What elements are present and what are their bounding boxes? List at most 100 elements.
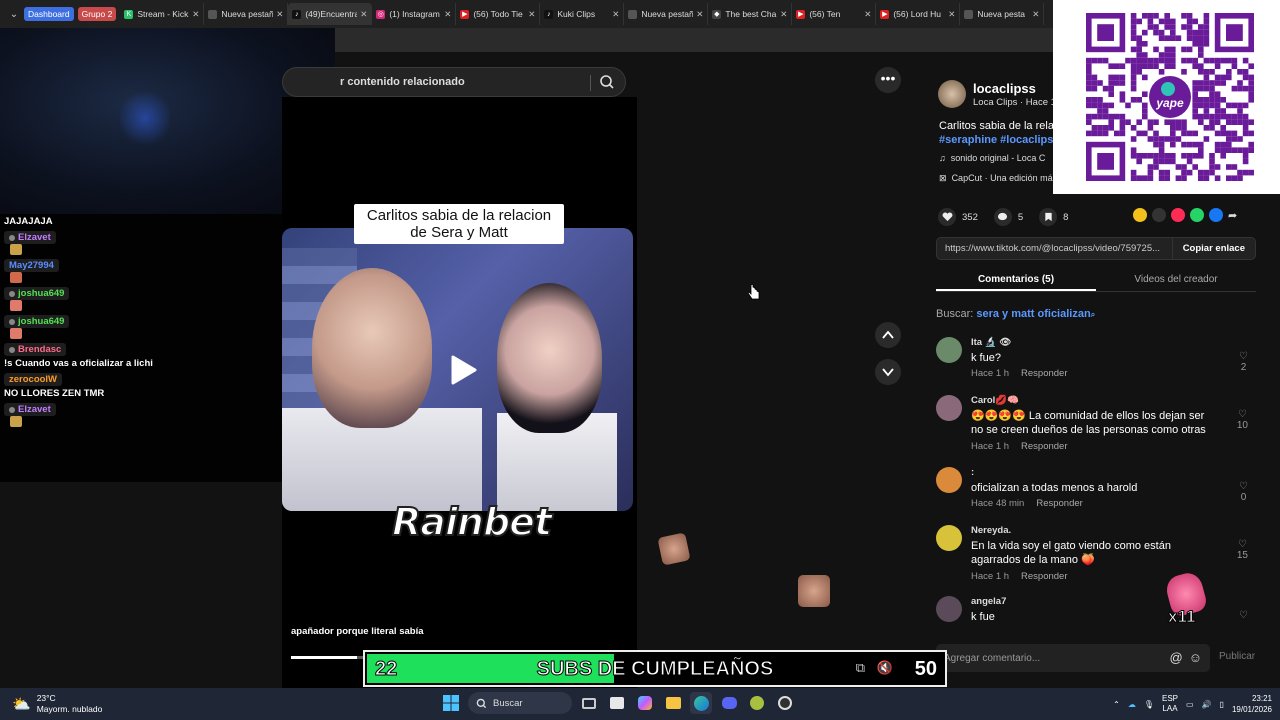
chevron-up-icon[interactable]: ⌃	[1113, 700, 1120, 709]
browser-tab-active[interactable]: ♪ (49)Encuentra ✕	[288, 3, 373, 25]
close-tab-icon[interactable]: ✕	[192, 9, 199, 20]
copilot-icon[interactable]	[634, 692, 656, 714]
play-icon[interactable]	[444, 352, 480, 388]
volume-icon[interactable]: 🔊	[1202, 700, 1212, 709]
commenter-name[interactable]: :	[971, 467, 974, 478]
close-tab-icon[interactable]: ✕	[612, 9, 619, 20]
obs-icon[interactable]	[774, 692, 796, 714]
next-video-button[interactable]	[875, 359, 901, 385]
embed-icon[interactable]	[1152, 208, 1166, 222]
commenter-avatar[interactable]	[936, 337, 962, 363]
reply-button[interactable]: Responder	[1021, 368, 1067, 379]
reply-button[interactable]: Responder	[1021, 441, 1067, 452]
close-tab-icon[interactable]: ✕	[444, 9, 451, 20]
search-input[interactable]: r contenido relacionado	[282, 67, 626, 97]
commenter-avatar[interactable]	[936, 395, 962, 421]
search-icon[interactable]	[599, 74, 615, 93]
author-avatar[interactable]	[938, 80, 966, 108]
reply-button[interactable]: Responder	[1036, 498, 1082, 509]
browser-tab[interactable]: ▶ (56) Ten ✕	[792, 3, 877, 25]
tab-group-grupo-2[interactable]: Grupo 2	[77, 7, 117, 21]
close-tab-icon[interactable]: ✕	[696, 9, 703, 20]
copy-link-button[interactable]: Copiar enlace	[1171, 238, 1255, 259]
like-button[interactable]	[938, 208, 956, 226]
commenter-name[interactable]: angela7	[971, 596, 1006, 607]
commenter-avatar[interactable]	[936, 525, 962, 551]
more-options-button[interactable]: •••	[875, 67, 901, 93]
browser-tab[interactable]: K Stream - Kick ✕	[120, 3, 205, 25]
close-tab-icon[interactable]: ✕	[948, 9, 955, 20]
author-username[interactable]: locaclipss	[973, 81, 1036, 96]
browser-tab[interactable]: ▶ (56) Lord Hu ✕	[876, 3, 961, 25]
edge-icon[interactable]	[690, 692, 712, 714]
comment-like[interactable]: ♡ 10	[1237, 409, 1248, 431]
address-bar[interactable]	[335, 28, 1053, 52]
picture-in-picture-icon[interactable]: ⧉	[856, 660, 865, 676]
close-tab-icon[interactable]: ✕	[276, 9, 283, 20]
send-share-icon[interactable]	[1171, 208, 1185, 222]
browser-tab[interactable]: Nueva pesta ✕	[960, 3, 1045, 25]
task-view-icon[interactable]	[578, 692, 600, 714]
related-search[interactable]: Buscar: sera y matt oficializan⌕	[936, 308, 1095, 320]
hashtags[interactable]: #seraphine #locaclipss	[939, 133, 1059, 147]
close-tab-icon[interactable]: ✕	[1032, 9, 1039, 20]
commenter-name[interactable]: Ita 🔬 👁	[971, 337, 1011, 348]
comment-like[interactable]: ♡ 0	[1239, 481, 1248, 503]
comment-button[interactable]	[993, 208, 1012, 226]
mention-icon[interactable]: @	[1170, 650, 1183, 665]
qr-module	[1248, 97, 1254, 103]
comment-like[interactable]: ♡ 2	[1239, 351, 1248, 373]
close-tab-icon[interactable]: ✕	[360, 9, 367, 20]
commenter-name[interactable]: Carol💋🧠	[971, 395, 1019, 406]
language-indicator[interactable]: ESP LAA	[1162, 694, 1178, 714]
windows-start-icon[interactable]	[440, 692, 462, 714]
tab-comments[interactable]: Comentarios (5)	[936, 268, 1096, 291]
taskbar-search[interactable]: Buscar	[468, 692, 572, 714]
browser-tab[interactable]: Nueva pestaña ✕	[624, 3, 709, 25]
commenter-avatar[interactable]	[936, 596, 962, 622]
tab-list-chevron-icon[interactable]: ⌄	[4, 9, 24, 20]
commenter-avatar[interactable]	[936, 467, 962, 493]
sound-link[interactable]: ♫ sonido original - Loca C	[939, 153, 1045, 163]
previous-video-button[interactable]	[875, 322, 901, 348]
close-tab-icon[interactable]: ✕	[528, 9, 535, 20]
tab-creator-videos[interactable]: Videos del creador	[1096, 268, 1256, 291]
close-tab-icon[interactable]: ✕	[864, 9, 871, 20]
weather-widget[interactable]: ⛅ 23°C Mayorm. nublado	[12, 693, 102, 715]
comment-like[interactable]: ♡ 15	[1237, 539, 1248, 561]
browser-tab[interactable]: ◎ (1) Instagram ✕	[372, 3, 457, 25]
bookmark-button[interactable]	[1039, 208, 1058, 226]
file-explorer-icon[interactable]	[662, 692, 684, 714]
browser-tab[interactable]: ♪ Kuki Clips ✕	[540, 3, 625, 25]
discord-icon[interactable]	[718, 692, 740, 714]
comment-like[interactable]: ♡	[1239, 610, 1248, 621]
video-frame[interactable]	[282, 228, 633, 511]
reply-button[interactable]: Responder	[1021, 571, 1067, 582]
qr-module	[1220, 97, 1226, 103]
cloud-sync-icon[interactable]: ☁	[1128, 700, 1136, 709]
store-icon[interactable]	[606, 692, 628, 714]
facebook-icon[interactable]	[1209, 208, 1223, 222]
whatsapp-icon[interactable]	[1190, 208, 1204, 222]
battery-icon[interactable]: ▯	[1220, 700, 1224, 709]
tab-group-dashboard[interactable]: Dashboard	[24, 7, 74, 21]
microphone-icon[interactable]: 🎙	[1144, 700, 1154, 709]
commenter-name[interactable]: Nereyda.	[971, 525, 1011, 536]
emoji-icon[interactable]: ☺	[1189, 650, 1202, 665]
publish-button[interactable]: Publicar	[1219, 651, 1255, 662]
clock[interactable]: 23:21 19/01/2026	[1232, 693, 1272, 715]
comment-input[interactable]: Agregar comentario... @ ☺	[936, 644, 1210, 672]
share-arrow-icon[interactable]: ➦	[1228, 209, 1237, 222]
mute-icon[interactable]: 🔇	[877, 660, 893, 676]
browser-tab[interactable]: ▶ (56) Todo Tie ✕	[456, 3, 541, 25]
app-icon[interactable]	[746, 692, 768, 714]
video-link-url[interactable]: https://www.tiktok.com/@locaclipss/video…	[945, 243, 1172, 254]
capcut-link[interactable]: ⊠ CapCut · Una edición má	[939, 173, 1053, 184]
coin-share-icon[interactable]	[1133, 208, 1147, 222]
network-icon[interactable]: ▭	[1186, 700, 1194, 709]
close-tab-icon[interactable]: ✕	[780, 9, 787, 20]
qr-module	[1209, 125, 1215, 131]
browser-tab[interactable]: ◆ The best Cha ✕	[708, 3, 793, 25]
browser-tab[interactable]: Nueva pestaña ✕	[204, 3, 289, 25]
search-query-link[interactable]: sera y matt oficializan	[976, 308, 1090, 320]
